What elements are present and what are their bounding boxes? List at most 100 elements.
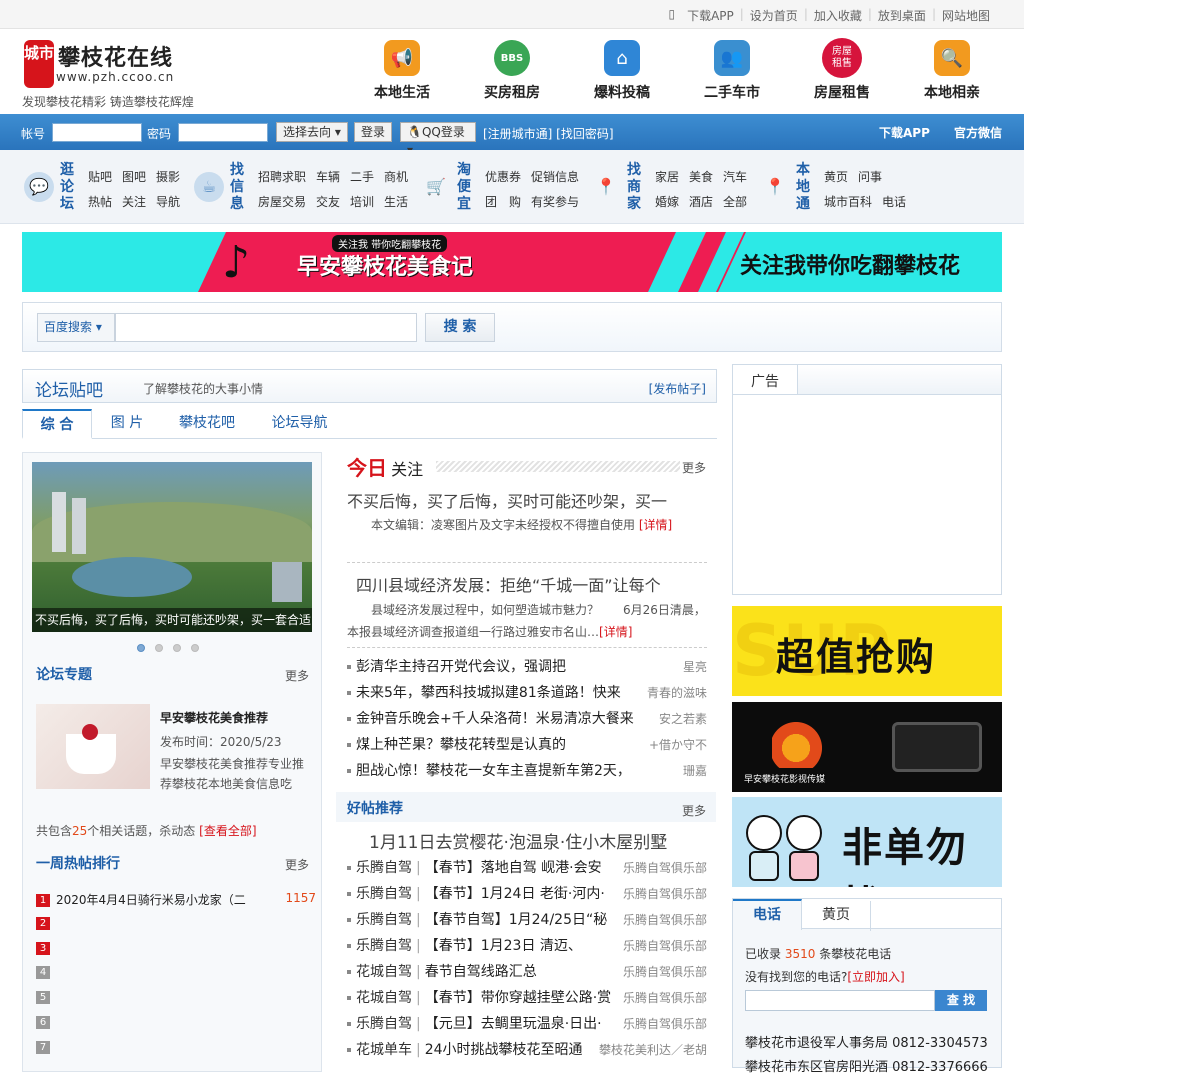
post-author[interactable]: 乐腾自驾俱乐部 (618, 885, 707, 902)
news-author[interactable]: +借か守不 (649, 736, 707, 753)
nav-link[interactable]: 导航 (156, 193, 180, 210)
topic-item-title[interactable]: 早安攀枝花美食推荐 (160, 709, 268, 726)
news-title[interactable]: 彭清华主持召开党代会议，强调把 (356, 659, 566, 675)
news-item[interactable]: 胆战心惊！攀枝花一女车主喜提新车第2天， 珊嘉 (347, 760, 707, 782)
post-category[interactable]: 花城自驾 (356, 990, 412, 1006)
nav-group-title[interactable]: 本地通 (796, 162, 814, 213)
publish-post-link[interactable]: [发布帖子] (649, 380, 706, 397)
phone-entry[interactable]: 攀枝花市退役军人事务局 0812-3304573 (745, 1032, 988, 1051)
nav-link[interactable]: 婚嫁 (655, 193, 679, 210)
post-category[interactable]: 花城单车 (356, 1042, 412, 1058)
rank-item[interactable]: 1 2020年4月4日骑行米易小龙家（二 1157 (36, 891, 316, 908)
slide-caption[interactable]: 不买后悔，买了后悔，买时可能还吵架，买一套合适 (32, 608, 312, 632)
news-author[interactable]: 安之若素 (659, 710, 707, 727)
post-author[interactable]: 乐腾自驾俱乐部 (618, 1015, 707, 1032)
news-author[interactable]: 珊嘉 (683, 762, 707, 779)
post-author[interactable]: 乐腾自驾俱乐部 (618, 989, 707, 1006)
nav-link[interactable]: 贴吧 (88, 168, 112, 185)
phone-search-button[interactable]: 查 找 (935, 990, 987, 1011)
post-title[interactable]: 【春节】1月23日 清迈、 (425, 938, 582, 954)
download-app-link[interactable]: 下载APP (681, 7, 740, 24)
destination-select[interactable]: 选择去向 ▾ (276, 122, 348, 142)
tab-images[interactable]: 图 片 (92, 409, 162, 439)
tab-yellow-pages[interactable]: 黄页 (802, 901, 871, 931)
nav-link[interactable]: 汽车 (723, 168, 747, 185)
nav-link[interactable]: 商机 (384, 168, 408, 185)
nav-group-title[interactable]: 找信息 (230, 162, 248, 213)
slide-dot[interactable] (155, 644, 163, 652)
post-category[interactable]: 花城自驾 (356, 964, 412, 980)
rank-item[interactable]: 3 (36, 941, 316, 955)
set-home-link[interactable]: 设为首页 (744, 7, 804, 24)
post-author[interactable]: 攀枝花美利达／老胡 (594, 1041, 707, 1058)
post-title[interactable]: 【元旦】去鲷里玩温泉·日出· (425, 1016, 602, 1032)
ad-dating-show[interactable]: 非单勿扰 (732, 797, 1002, 887)
tab-phone[interactable]: 电话 (733, 899, 802, 930)
post-author[interactable]: 乐腾自驾俱乐部 (618, 937, 707, 954)
sitemap-link[interactable]: 网站地图 (936, 7, 996, 24)
news-title[interactable]: 煤上种芒果？攀枝花转型是认真的 (356, 737, 566, 753)
nav-link[interactable]: 摄影 (156, 168, 180, 185)
nav-link[interactable]: 家居 (655, 168, 679, 185)
nav-link[interactable]: 热帖 (88, 193, 112, 210)
nav-buy-rent-house[interactable]: BBS 买房租房 (467, 38, 557, 102)
rank-item[interactable]: 7 (36, 1040, 316, 1054)
nav-link[interactable]: 有奖参与 (531, 193, 579, 210)
post-category[interactable]: 乐腾自驾 (356, 1016, 412, 1032)
news-title[interactable]: 金钟音乐晚会+千人朵洛荷！米易清凉大餐来 (356, 711, 634, 727)
news-author[interactable]: 星亮 (683, 658, 707, 675)
nav-link[interactable]: 生活 (384, 193, 408, 210)
tab-forum-nav[interactable]: 论坛导航 (252, 409, 347, 439)
topics-more-link[interactable]: 更多 (285, 667, 309, 684)
account-input[interactable] (52, 123, 142, 142)
news-title[interactable]: 未来5年，攀西科技城拟建81条道路！快来 (356, 685, 621, 701)
nav-link[interactable]: 美食 (689, 168, 713, 185)
good-post-item[interactable]: 乐腾自驾 | 【春节自驾】1月24/25日“秘 乐腾自驾俱乐部 (347, 909, 707, 931)
post-author[interactable]: 乐腾自驾俱乐部 (618, 859, 707, 876)
nav-link[interactable]: 城市百科 (824, 193, 872, 210)
rank-title[interactable]: 2020年4月4日骑行米易小龙家（二 (56, 893, 246, 907)
download-app-button[interactable]: 下载APP (879, 124, 930, 141)
tab-pzh-bar[interactable]: 攀枝花吧 (162, 409, 252, 439)
slide-dot[interactable] (173, 644, 181, 652)
search-input[interactable] (115, 313, 417, 342)
nav-link[interactable]: 房屋交易 (258, 193, 306, 210)
nav-link[interactable]: 酒店 (689, 193, 713, 210)
tab-general[interactable]: 综 合 (22, 409, 92, 439)
wechat-button[interactable]: 官方微信 (954, 124, 1002, 141)
site-logo[interactable]: 城市 攀枝花在线 www.pzh.ccoo.cn 发现攀枝花精彩 铸造攀枝花辉煌 (22, 38, 197, 109)
nav-link[interactable]: 黄页 (824, 168, 848, 185)
good-post-item[interactable]: 花城单车 | 24小时挑战攀枝花至昭通 攀枝花美利达／老胡 (347, 1039, 707, 1061)
post-title[interactable]: 【春节】1月24日 老街·河内· (425, 886, 605, 902)
search-engine-select[interactable]: 百度搜索 ▾ (37, 313, 115, 342)
nav-group-title[interactable]: 找商家 (627, 162, 645, 213)
rank-item[interactable]: 2 (36, 916, 316, 930)
post-title[interactable]: 【春节】落地自驾 岘港·会安 (425, 860, 602, 876)
nav-local-dating[interactable]: 🔍 本地相亲 (907, 38, 997, 102)
search-button[interactable]: 搜 索 (425, 313, 495, 342)
good-posts-more-link[interactable]: 更多 (682, 802, 706, 819)
nav-link[interactable]: 电话 (882, 193, 906, 210)
nav-group-title[interactable]: 逛论坛 (60, 162, 78, 213)
nav-link[interactable]: 问事 (858, 168, 882, 185)
post-category[interactable]: 乐腾自驾 (356, 886, 412, 902)
nav-link[interactable]: 招聘求职 (258, 168, 306, 185)
nav-link[interactable]: 培训 (350, 193, 374, 210)
news-author[interactable]: 青春的滋味 (647, 684, 707, 701)
post-author[interactable]: 乐腾自驾俱乐部 (618, 911, 707, 928)
good-post-item[interactable]: 乐腾自驾 | 【春节】1月24日 老街·河内· 乐腾自驾俱乐部 (347, 883, 707, 905)
nav-link[interactable]: 优惠券 (485, 168, 521, 185)
news-item[interactable]: 彭清华主持召开党代会议，强调把 星亮 (347, 656, 707, 678)
qq-login-button[interactable]: 🐧QQ登录▾ (400, 122, 476, 157)
topic-thumbnail[interactable] (36, 704, 150, 789)
news-item[interactable]: 煤上种芒果？攀枝花转型是认真的 +借か守不 (347, 734, 707, 756)
post-category[interactable]: 乐腾自驾 (356, 938, 412, 954)
ad-super-deal[interactable]: SUP 超值抢购 (732, 606, 1002, 696)
news-title[interactable]: 胆战心惊！攀枝花一女车主喜提新车第2天， (356, 763, 631, 779)
slide-dot[interactable] (137, 644, 145, 652)
desktop-link[interactable]: 放到桌面 (872, 7, 932, 24)
post-title[interactable]: 春节自驾线路汇总 (425, 964, 537, 980)
ad-media-company[interactable]: 早安攀枝花影视传媒 (732, 702, 1002, 792)
phone-search-input[interactable] (745, 990, 935, 1011)
nav-link[interactable]: 车辆 (316, 168, 340, 185)
